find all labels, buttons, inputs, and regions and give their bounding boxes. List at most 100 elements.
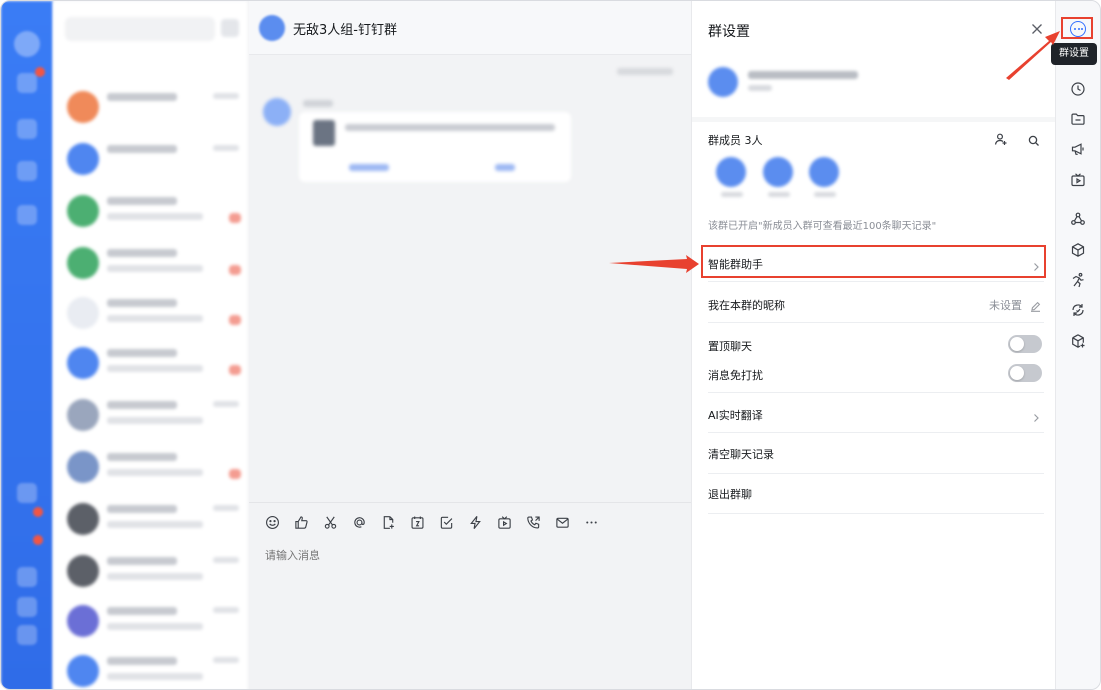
unread-badge (33, 507, 43, 517)
file-upload-icon[interactable] (379, 514, 397, 532)
nav-item[interactable] (17, 625, 37, 645)
edit-pencil-icon[interactable] (1030, 297, 1041, 312)
nickname-row[interactable]: 我在本群的昵称 未设置 (708, 285, 1044, 323)
unread-badge (35, 67, 45, 77)
scissors-icon[interactable] (321, 514, 339, 532)
more-icon[interactable] (582, 514, 600, 532)
mail-icon[interactable] (553, 514, 571, 532)
add-app-icon[interactable] (1070, 333, 1086, 349)
conversation-item[interactable] (63, 651, 243, 689)
settings-tooltip: 群设置 (1051, 43, 1097, 65)
sender-avatar[interactable] (263, 98, 291, 126)
emoji-icon[interactable] (263, 514, 281, 532)
members-label[interactable]: 群成员 3人 (708, 132, 763, 148)
member-avatar[interactable] (716, 157, 748, 197)
file-message-card[interactable] (299, 112, 571, 182)
task-check-icon[interactable] (437, 514, 455, 532)
lightning-icon[interactable] (466, 514, 484, 532)
ai-translate-row[interactable]: AI实时翻译 (708, 395, 1044, 433)
message-list (249, 56, 691, 502)
app-window: 无敌3人组-钉钉群 请输入消息 群设置 群成员 3人 该群已开启"新成员入群可查… (0, 0, 1101, 690)
phone-icon[interactable] (524, 514, 542, 532)
calendar-icon[interactable] (408, 514, 426, 532)
panel-title: 群设置 (708, 24, 750, 40)
running-icon[interactable] (1070, 272, 1086, 288)
file-icon (313, 120, 335, 146)
mute-label: 消息免打扰 (708, 369, 763, 382)
sender-name (303, 100, 333, 107)
nav-item[interactable] (17, 161, 37, 181)
cube-icon[interactable] (1070, 242, 1086, 258)
chat-area: 无敌3人组-钉钉群 (249, 1, 691, 689)
nav-item[interactable] (17, 119, 37, 139)
conversation-item[interactable] (63, 395, 243, 435)
chat-title[interactable]: 无敌3人组-钉钉群 (293, 19, 397, 38)
right-icon-rail (1055, 1, 1100, 689)
close-icon[interactable] (1030, 21, 1044, 35)
chat-header: 无敌3人组-钉钉群 (249, 1, 691, 55)
group-id (748, 85, 772, 91)
clear-history-label: 清空聊天记录 (708, 448, 774, 461)
conversation-item[interactable] (63, 191, 243, 231)
message-timestamp (617, 68, 673, 75)
megaphone-icon[interactable] (1070, 141, 1086, 157)
ai-translate-label: AI实时翻译 (708, 409, 763, 422)
group-info-card[interactable] (692, 55, 1056, 117)
nav-rail (1, 1, 53, 689)
conversation-item[interactable] (63, 551, 243, 591)
composer-toolbar (263, 514, 600, 532)
message-composer (249, 502, 691, 689)
conversation-search[interactable] (65, 17, 215, 41)
nav-item[interactable] (17, 205, 37, 225)
group-name (748, 71, 858, 79)
pin-chat-label: 置顶聊天 (708, 340, 752, 353)
nav-item[interactable] (17, 567, 37, 587)
clear-history-row[interactable]: 清空聊天记录 (708, 434, 1044, 474)
conversation-item[interactable] (63, 293, 243, 333)
nickname-value: 未设置 (989, 299, 1022, 312)
conversation-list (53, 1, 249, 689)
clock-icon[interactable] (1070, 81, 1086, 97)
mute-toggle[interactable] (1008, 364, 1042, 382)
section-divider (692, 117, 1056, 122)
conversation-item[interactable] (63, 447, 243, 487)
member-avatar[interactable] (809, 157, 841, 197)
app-logo (14, 31, 40, 57)
message-input[interactable] (265, 545, 675, 565)
search-member-icon[interactable] (1028, 132, 1040, 146)
conversation-item[interactable] (63, 243, 243, 283)
quit-group-label: 退出群聊 (708, 488, 752, 501)
conversation-item[interactable] (63, 87, 243, 127)
conversation-item[interactable] (63, 601, 243, 641)
nav-item[interactable] (17, 73, 37, 93)
live-icon[interactable] (495, 514, 513, 532)
thumbs-up-icon[interactable] (292, 514, 310, 532)
chevron-right-icon (1032, 408, 1040, 422)
conversation-item[interactable] (63, 139, 243, 179)
group-avatar[interactable] (259, 15, 285, 41)
add-member-icon[interactable] (994, 131, 1008, 145)
highlight-box-more (1061, 17, 1093, 39)
network-icon[interactable] (1070, 211, 1086, 227)
sync-icon[interactable] (1070, 302, 1086, 318)
unread-badge (33, 535, 43, 545)
group-settings-panel: 群设置 群成员 3人 该群已开启"新成员入群可查看最近100条聊天记录" 智能群… (691, 1, 1056, 689)
folder-icon[interactable] (1070, 111, 1086, 127)
group-avatar (708, 67, 738, 97)
quit-group-row[interactable]: 退出群聊 (708, 474, 1044, 514)
file-preview-link[interactable] (349, 164, 389, 171)
nav-item[interactable] (17, 597, 37, 617)
file-download-link[interactable] (495, 164, 515, 171)
nav-item[interactable] (17, 483, 37, 503)
nickname-label: 我在本群的昵称 (708, 299, 785, 312)
conversation-item[interactable] (63, 499, 243, 539)
new-chat-button[interactable] (221, 19, 239, 37)
pin-chat-toggle[interactable] (1008, 335, 1042, 353)
conversation-item[interactable] (63, 343, 243, 383)
members-history-note: 该群已开启"新成员入群可查看最近100条聊天记录" (708, 221, 937, 232)
member-avatar[interactable] (763, 157, 795, 197)
tv-icon[interactable] (1070, 172, 1086, 188)
highlight-box-assistant (701, 245, 1046, 278)
file-name (345, 124, 555, 131)
at-icon[interactable] (350, 514, 368, 532)
